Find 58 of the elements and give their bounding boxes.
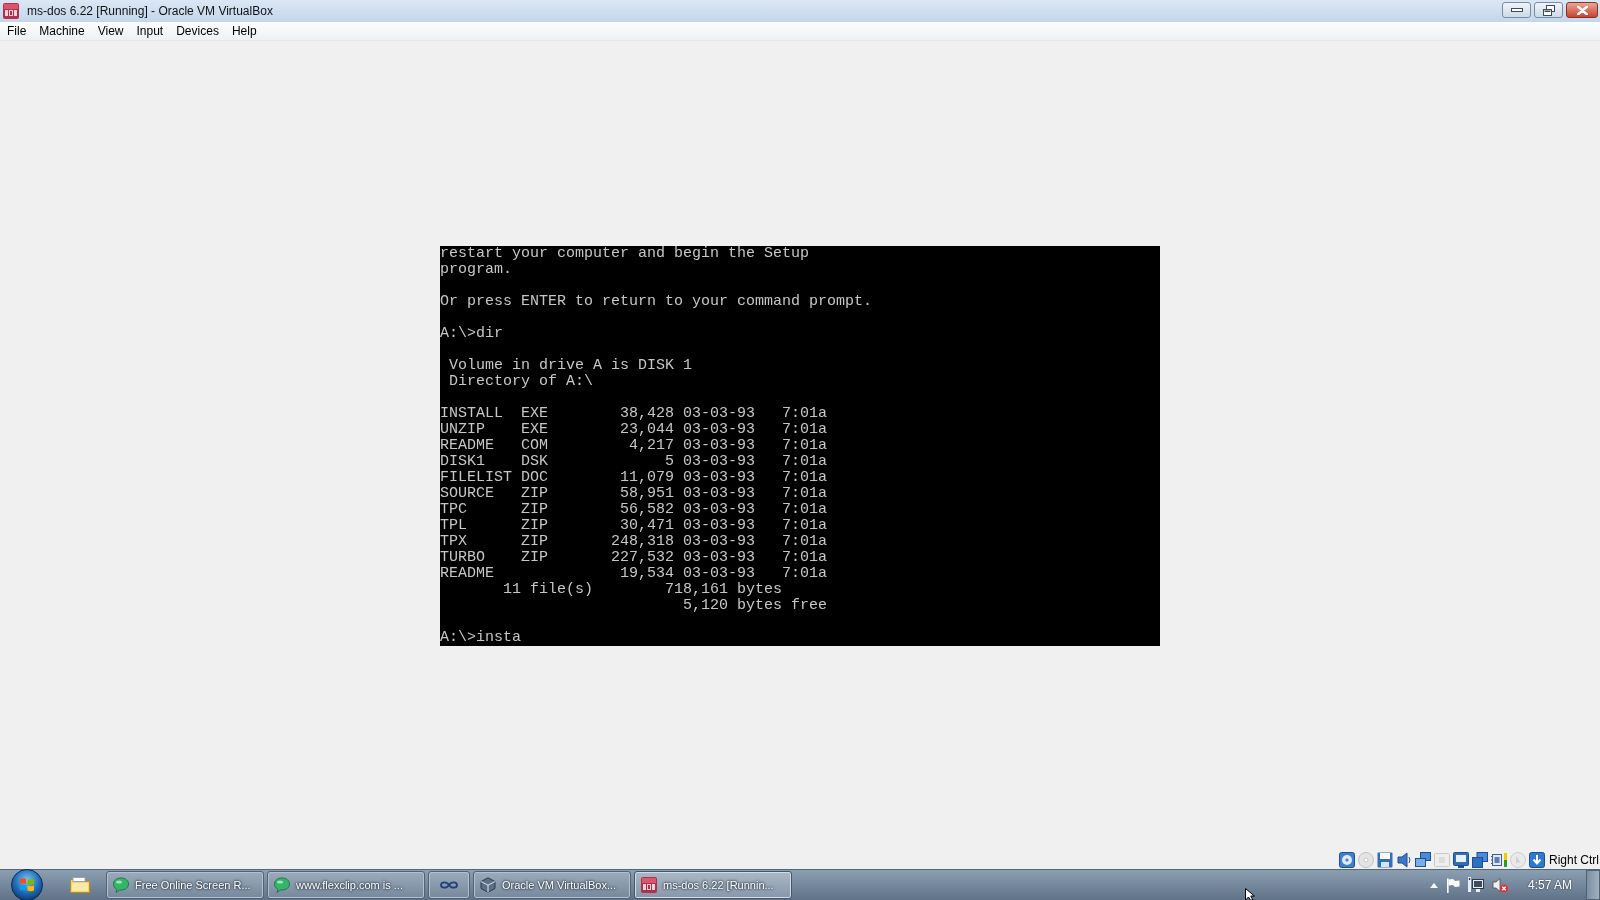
console-line: TPL ZIP 30,471 03-03-93 7:01a xyxy=(440,517,828,534)
menu-item[interactable]: Machine xyxy=(33,22,91,40)
chat-bubble-icon xyxy=(274,877,290,893)
flag-icon[interactable] xyxy=(1445,877,1460,893)
blank-tile-icon[interactable] xyxy=(1434,851,1450,868)
cube-icon xyxy=(480,877,496,893)
menu-item[interactable]: Help xyxy=(225,22,263,40)
overlapping-windows-icon[interactable] xyxy=(1415,851,1431,868)
show-desktop-button[interactable] xyxy=(1586,870,1600,900)
console-line: 11 file(s) 718,161 bytes xyxy=(502,581,783,598)
console-line: restart your computer and begin the Setup xyxy=(440,245,810,262)
loops-icon xyxy=(440,881,458,889)
minimize-icon xyxy=(1510,8,1523,12)
console-line: TPC ZIP 56,582 03-03-93 7:01a xyxy=(440,501,828,518)
window-title: ms-dos 6.22 [Running] - Oracle VM VirtualBox xyxy=(27,4,273,18)
up-caret-icon[interactable] xyxy=(1429,882,1438,888)
stacked-windows-icon[interactable] xyxy=(1472,851,1488,868)
menu-item[interactable]: Devices xyxy=(170,22,225,40)
host-key-label: Right Ctrl xyxy=(1549,852,1599,867)
restore-icon xyxy=(1542,4,1555,16)
console-line: INSTALL EXE 38,428 03-03-93 7:01a xyxy=(440,405,828,422)
console-line: DISK1 DSK 5 03-03-93 7:01a xyxy=(440,453,828,470)
clock[interactable]: 4:57 AM xyxy=(1527,878,1572,892)
menu-item[interactable]: View xyxy=(91,22,130,40)
console-line: Or press ENTER to return to your command prompt. xyxy=(440,293,873,310)
cpu-chip-icon[interactable] xyxy=(1491,851,1507,868)
console-line: FILELIST DOC 11,079 03-03-93 7:01a xyxy=(440,469,828,486)
down-arrow-icon[interactable] xyxy=(1529,851,1545,868)
application-icon xyxy=(3,3,19,19)
restore-button[interactable] xyxy=(1534,2,1563,18)
computer-icon[interactable] xyxy=(1467,877,1484,893)
chat-bubble-icon xyxy=(113,877,129,893)
menu-item[interactable]: File xyxy=(1,22,33,40)
console-line: README 19,534 03-03-93 7:01a xyxy=(440,565,828,582)
console-line: UNZIP EXE 23,044 03-03-93 7:01a xyxy=(440,421,828,438)
menu-item[interactable]: Input xyxy=(130,22,170,40)
minimize-button[interactable] xyxy=(1502,2,1531,18)
start-orb-icon xyxy=(11,869,43,900)
pointer-icon xyxy=(1245,888,1255,900)
hard-disk-icon[interactable] xyxy=(1339,851,1355,868)
speaker-icon[interactable] xyxy=(1491,877,1508,893)
console-line: A:\>insta xyxy=(440,629,521,646)
close-icon xyxy=(1576,5,1588,15)
console-line: 5,120 bytes free xyxy=(682,597,828,614)
console-line: A:\>dir xyxy=(440,325,503,342)
console-line: SOURCE ZIP 58,951 03-03-93 7:01a xyxy=(440,485,828,502)
console-line: program. xyxy=(440,261,512,278)
taskbar-button[interactable] xyxy=(428,871,470,899)
console-line: TURBO ZIP 227,532 03-03-93 7:01a xyxy=(440,549,828,566)
console-line: Volume in drive A is DISK 1 xyxy=(448,357,693,374)
audio-icon[interactable] xyxy=(1396,851,1412,868)
console-line: README COM 4,217 03-03-93 7:01a xyxy=(440,437,828,454)
display-icon[interactable] xyxy=(1453,851,1469,868)
console-line: Directory of A:\ xyxy=(448,373,594,390)
folder-icon xyxy=(70,877,90,893)
console-line: TPX ZIP 248,318 03-03-93 7:01a xyxy=(440,533,828,550)
application-icon xyxy=(641,877,657,893)
close-button[interactable] xyxy=(1566,2,1598,18)
